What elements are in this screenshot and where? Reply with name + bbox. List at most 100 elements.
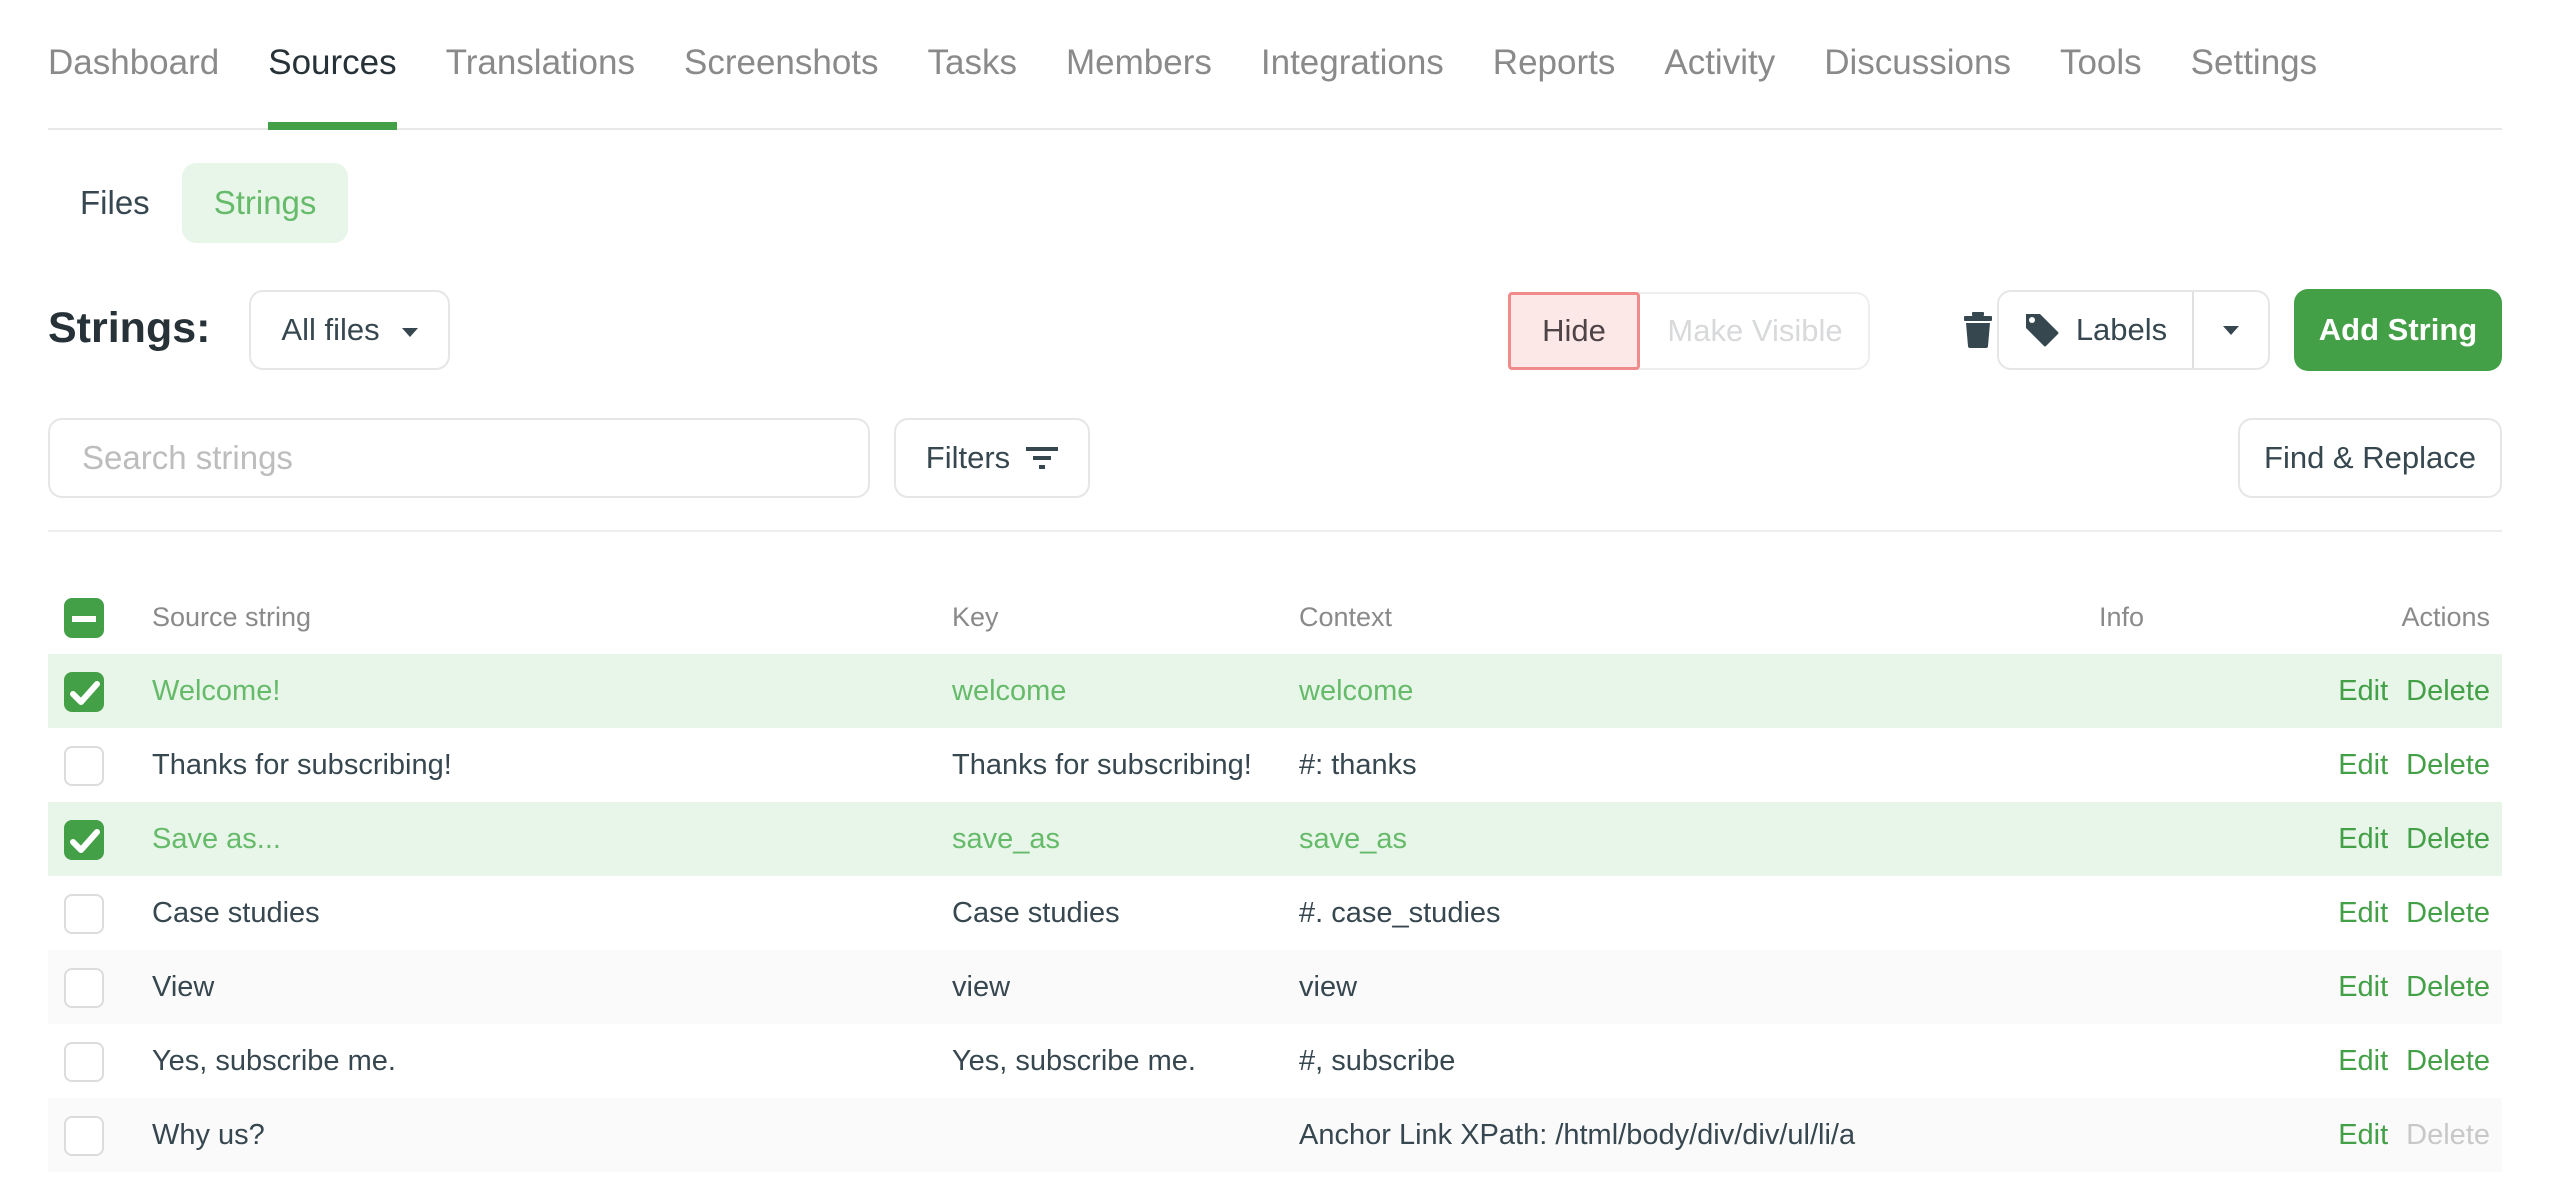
row-checkbox[interactable] <box>64 894 104 934</box>
subtab-files[interactable]: Files <box>48 163 182 243</box>
table-row[interactable]: Welcome! welcome welcome Edit Delete <box>48 654 2502 728</box>
add-string-button[interactable]: Add String <box>2294 289 2502 371</box>
column-header-key[interactable]: Key <box>952 580 999 654</box>
string-key: Thanks for subscribing! <box>952 749 1252 781</box>
labels-button-group: Labels <box>1997 290 2270 370</box>
nav-tab-translations[interactable]: Translations <box>446 0 635 128</box>
table-row[interactable]: Why us? Anchor Link XPath: /html/body/div… <box>48 1098 2502 1172</box>
labels-dropdown-toggle[interactable] <box>2194 292 2268 368</box>
nav-tab-reports[interactable]: Reports <box>1493 0 1616 128</box>
trash-icon[interactable] <box>1963 312 1993 348</box>
string-key: Yes, subscribe me. <box>952 1045 1196 1077</box>
delete-link[interactable]: Delete <box>2406 675 2490 707</box>
source-string: Why us? <box>152 1119 265 1151</box>
string-context: welcome <box>1299 675 1414 707</box>
row-checkbox[interactable] <box>64 820 104 860</box>
make-visible-button[interactable]: Make Visible <box>1642 294 1868 368</box>
sub-tabs: Files Strings <box>48 163 2502 243</box>
source-string: Welcome! <box>152 675 281 707</box>
column-header-info: Info <box>2099 602 2145 632</box>
nav-tab-tools[interactable]: Tools <box>2060 0 2142 128</box>
checkmark-icon <box>70 681 100 705</box>
column-header-context[interactable]: Context <box>1299 580 1392 654</box>
nav-tab-settings[interactable]: Settings <box>2191 0 2317 128</box>
row-actions: Edit Delete <box>2320 654 2490 728</box>
delete-link[interactable]: Delete <box>2406 1045 2490 1077</box>
string-key: welcome <box>952 675 1067 707</box>
minus-icon <box>72 616 96 622</box>
row-actions: Edit Delete <box>2320 1024 2490 1098</box>
nav-tab-activity[interactable]: Activity <box>1664 0 1775 128</box>
nav-tab-tasks[interactable]: Tasks <box>928 0 1017 128</box>
select-all-checkbox[interactable] <box>64 598 104 638</box>
source-string: View <box>152 971 215 1003</box>
edit-link[interactable]: Edit <box>2338 897 2388 929</box>
divider <box>48 530 2502 532</box>
strings-table: Source string Key Context Info Actions W… <box>48 580 2502 1172</box>
source-string: Save as... <box>152 823 281 855</box>
nav-tab-discussions[interactable]: Discussions <box>1824 0 2011 128</box>
source-string: Yes, subscribe me. <box>152 1045 396 1077</box>
string-key: view <box>952 971 1011 1003</box>
chevron-down-icon <box>2223 325 2239 335</box>
row-checkbox[interactable] <box>64 1042 104 1082</box>
file-filter-dropdown[interactable]: All files <box>249 290 450 370</box>
nav-tab-sources[interactable]: Sources <box>268 0 398 130</box>
edit-link[interactable]: Edit <box>2338 675 2388 707</box>
top-navigation: Dashboard Sources Translations Screensho… <box>48 0 2502 130</box>
table-body: Welcome! welcome welcome Edit Delete Thanks f… <box>48 654 2502 1172</box>
delete-link[interactable]: Delete <box>2406 897 2490 929</box>
page-title: Strings: <box>48 304 211 352</box>
row-actions: Edit Delete <box>2320 802 2490 876</box>
chevron-down-icon <box>401 327 418 337</box>
string-context: Anchor Link XPath: /html/body/div/div/ul… <box>1299 1119 1856 1151</box>
visibility-button-group: Hide Make Visible <box>1508 292 1870 370</box>
row-checkbox[interactable] <box>64 746 104 786</box>
string-key: save_as <box>952 823 1061 855</box>
delete-link[interactable]: Delete <box>2406 971 2490 1003</box>
table-row[interactable]: View view view Edit Delete <box>48 950 2502 1024</box>
table-header: Source string Key Context Info Actions <box>48 580 2502 654</box>
column-header-source[interactable]: Source string <box>152 580 311 654</box>
row-actions: Edit Delete <box>2320 950 2490 1024</box>
table-row[interactable]: Thanks for subscribing! Thanks for subscr… <box>48 728 2502 802</box>
row-checkbox[interactable] <box>64 1116 104 1156</box>
table-row[interactable]: Yes, subscribe me. Yes, subscribe me. #, s… <box>48 1024 2502 1098</box>
nav-tab-integrations[interactable]: Integrations <box>1261 0 1444 128</box>
checkmark-icon <box>70 829 100 853</box>
string-context: view <box>1299 971 1358 1003</box>
edit-link[interactable]: Edit <box>2338 1119 2388 1151</box>
row-actions: Edit Delete <box>2320 1098 2490 1172</box>
row-checkbox[interactable] <box>64 968 104 1008</box>
nav-tab-screenshots[interactable]: Screenshots <box>684 0 879 128</box>
edit-link[interactable]: Edit <box>2338 1045 2388 1077</box>
nav-tab-members[interactable]: Members <box>1066 0 1212 128</box>
tag-icon <box>2025 314 2059 347</box>
labels-button[interactable]: Labels <box>1999 292 2194 368</box>
filters-button-label: Filters <box>925 440 1011 475</box>
string-context: save_as <box>1299 823 1408 855</box>
string-context: #, subscribe <box>1299 1045 1456 1077</box>
nav-tab-dashboard[interactable]: Dashboard <box>48 0 219 128</box>
subtab-strings[interactable]: Strings <box>181 163 349 243</box>
string-context: #. case_studies <box>1299 897 1501 929</box>
search-row: Filters Find & Replace <box>48 418 2502 498</box>
delete-link[interactable]: Delete <box>2406 749 2490 781</box>
search-input[interactable] <box>48 418 870 498</box>
strings-toolbar: Strings: All files Hide Make Visible Lab… <box>48 289 2502 372</box>
table-row[interactable]: Case studies Case studies #. case_studies E… <box>48 876 2502 950</box>
edit-link[interactable]: Edit <box>2338 971 2388 1003</box>
labels-button-label: Labels <box>2075 312 2168 347</box>
source-string: Case studies <box>152 897 320 929</box>
row-checkbox[interactable] <box>64 672 104 712</box>
find-replace-button[interactable]: Find & Replace <box>2238 418 2502 498</box>
edit-link[interactable]: Edit <box>2338 749 2388 781</box>
row-actions: Edit Delete <box>2320 876 2490 950</box>
hide-button[interactable]: Hide <box>1508 292 1640 370</box>
table-row[interactable]: Save as... save_as save_as Edit Delete <box>48 802 2502 876</box>
edit-link[interactable]: Edit <box>2338 823 2388 855</box>
column-header-actions: Actions <box>2401 602 2490 632</box>
delete-link[interactable]: Delete <box>2406 823 2490 855</box>
filter-icon <box>1026 447 1059 469</box>
filters-button[interactable]: Filters <box>894 418 1090 498</box>
